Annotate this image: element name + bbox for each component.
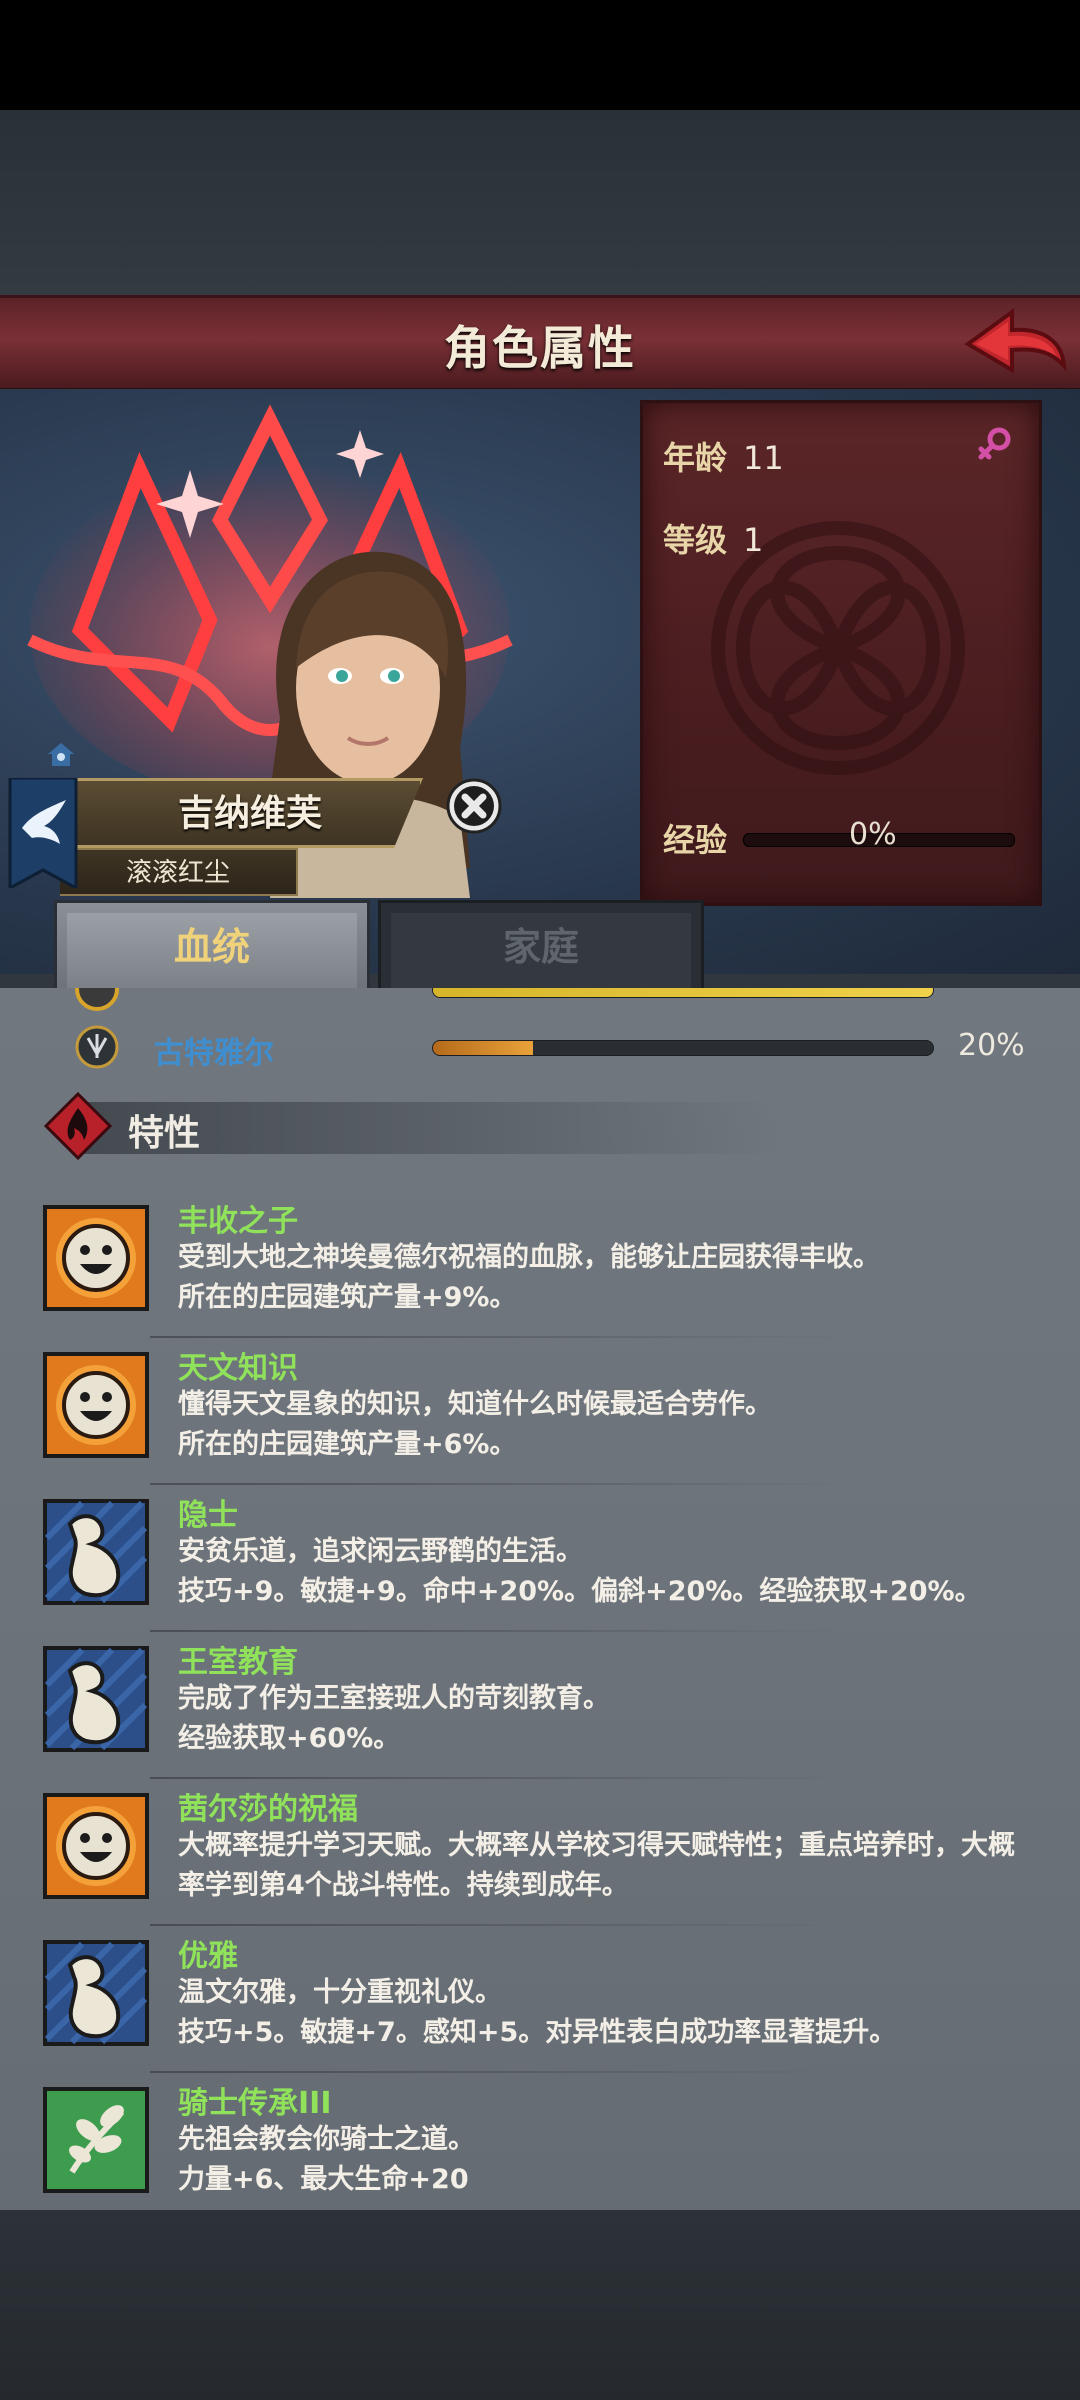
tab-lineage[interactable]: 血统 <box>54 900 370 991</box>
character-name: 吉纳维芙 <box>177 793 322 834</box>
dove-banner-icon <box>8 778 78 888</box>
age-value: 11 <box>743 439 784 477</box>
stats-panel: 年龄 11 等级 1 经验 0% <box>640 400 1042 906</box>
trait-description: 完成了作为王室接班人的苛刻教育。 经验获取+60%。 <box>178 1683 610 1754</box>
lineage-progress-bar <box>432 1040 934 1056</box>
trait-row[interactable]: 茜尔莎的祝福 大概率提升学习天赋。大概率从学校习得天赋特性；重点培养时，大概 率学到… <box>0 1780 1080 1926</box>
traits-title: 特性 <box>128 1113 201 1154</box>
flame-diamond-icon <box>44 1092 112 1160</box>
trait-name: 优雅 <box>178 1939 238 1974</box>
close-icon[interactable] <box>446 778 502 834</box>
bottom-area <box>0 2210 1080 2400</box>
exp-stat: 经验 0% <box>663 815 1023 859</box>
flex-arm-icon <box>42 1645 150 1753</box>
trait-divider <box>150 2071 850 2073</box>
tab-family-label: 家庭 <box>502 925 579 969</box>
level-value: 1 <box>743 521 764 559</box>
flex-arm-icon <box>42 1498 150 1606</box>
trait-name: 茜尔莎的祝福 <box>178 1792 358 1827</box>
trait-description: 大概率提升学习天赋。大概率从学校习得天赋特性；重点培养时，大概 率学到第4个战斗特… <box>178 1830 1015 1901</box>
tab-lineage-label: 血统 <box>173 925 250 969</box>
trait-row[interactable]: 天文知识 懂得天文星象的知识，知道什么时候最适合劳作。 所在的庄园建筑产量+6%。 <box>0 1339 1080 1485</box>
trait-row[interactable]: 丰收之子 受到大地之神埃曼德尔祝福的血脉，能够让庄园获得丰收。 所在的庄园建筑产量+… <box>0 1192 1080 1338</box>
lineage-content[interactable]: 古特雅尔 20% 特性 丰收之子 受到大地之神埃曼德尔祝福的血脉，能够让庄园获得丰… <box>0 988 1080 2210</box>
trait-row[interactable]: 优雅 温文尔雅，十分重视礼仪。 技巧+5。敏捷+7。感知+5。对异性表白成功率显著提… <box>0 1927 1080 2073</box>
lineage-row: 古特雅尔 20% <box>0 1024 1080 1074</box>
exp-label: 经验 <box>663 821 728 859</box>
trait-row[interactable]: 王室教育 完成了作为王室接班人的苛刻教育。 经验获取+60%。 <box>0 1633 1080 1779</box>
lineage-progress-fill <box>433 1041 533 1055</box>
trait-row[interactable]: 骑士传承III 先祖会教会你骑士之道。 力量+6、最大生命+20 <box>0 2074 1080 2210</box>
smile-sun-icon <box>42 1204 150 1312</box>
lineage-crest-icon <box>75 1025 119 1069</box>
traits-section-header: 特性 <box>44 1092 780 1162</box>
age-label: 年龄 <box>663 439 728 477</box>
trait-divider <box>150 1777 850 1779</box>
back-arrow-icon[interactable] <box>960 304 1070 384</box>
trait-description: 懂得天文星象的知识，知道什么时候最适合劳作。 所在的庄园建筑产量+6%。 <box>178 1389 772 1460</box>
trait-description: 先祖会教会你骑士之道。 力量+6、最大生命+20 <box>178 2124 475 2195</box>
trait-name: 王室教育 <box>178 1645 298 1680</box>
lineage-partial-fill <box>433 988 933 997</box>
tab-family[interactable]: 家庭 <box>378 900 704 991</box>
trait-divider <box>150 1630 850 1632</box>
trait-name: 天文知识 <box>178 1351 298 1386</box>
smile-sun-icon <box>42 1792 150 1900</box>
tab-bar: 血统 家庭 <box>0 900 1080 991</box>
exp-value: 0% <box>849 817 897 852</box>
level-label: 等级 <box>663 521 728 559</box>
trait-description: 安贫乐道，追求闲云野鹤的生活。 技巧+9。敏捷+9。命中+20%。偏斜+20%。经… <box>178 1536 982 1607</box>
trait-description: 受到大地之神埃曼德尔祝福的血脉，能够让庄园获得丰收。 所在的庄园建筑产量+9%。 <box>178 1242 880 1313</box>
trait-description: 温文尔雅，十分重视礼仪。 技巧+5。敏捷+7。感知+5。对异性表白成功率显著提升。 <box>178 1977 897 2048</box>
trait-name: 隐士 <box>178 1498 238 1533</box>
age-stat: 年龄 11 <box>663 433 784 479</box>
lineage-name: 古特雅尔 <box>154 1036 274 1071</box>
leaf-branch-icon <box>42 2086 150 2194</box>
trait-name: 丰收之子 <box>178 1204 298 1239</box>
smile-sun-icon <box>42 1351 150 1459</box>
female-gender-icon <box>978 427 1011 460</box>
lineage-partial-bar <box>432 988 934 998</box>
lineage-crest-icon <box>75 988 119 1011</box>
status-bar-area <box>0 0 1080 110</box>
name-plate: 吉纳维芙 滚滚红尘 <box>0 778 423 898</box>
house-icon <box>48 743 74 766</box>
flex-arm-icon <box>42 1939 150 2047</box>
lineage-percent: 20% <box>958 1028 1025 1063</box>
trait-divider <box>150 1336 850 1338</box>
title-bar: 角色属性 <box>0 295 1080 392</box>
trait-name: 骑士传承III <box>178 2086 332 2121</box>
trait-divider <box>150 1924 850 1926</box>
level-stat: 等级 1 <box>663 515 763 561</box>
character-title: 滚滚红尘 <box>125 858 230 888</box>
page-title: 角色属性 <box>444 321 636 375</box>
trait-row[interactable]: 隐士 安贫乐道，追求闲云野鹤的生活。 技巧+9。敏捷+9。命中+20%。偏斜+20%… <box>0 1486 1080 1632</box>
lineage-row-partial <box>0 988 1080 1016</box>
trait-divider <box>150 1483 850 1485</box>
